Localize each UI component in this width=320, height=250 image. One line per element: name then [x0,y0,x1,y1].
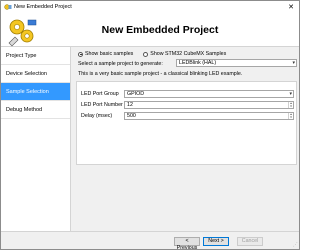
sample-description: This is a very basic sample project - a … [78,71,243,77]
basic-samples-radio[interactable] [78,51,83,57]
basic-samples-label[interactable]: Show basic samples [85,51,133,57]
next-button[interactable]: Next > [203,237,229,246]
sample-source-radios: Show basic samples Show STM32 CubeMX Sam… [78,51,226,57]
wizard-header: New Embedded Project [1,13,299,47]
wizard-footer: < Previous Next > Cancel ⋰ [1,231,299,250]
wizard-icon [4,4,12,10]
cubemx-samples-label[interactable]: Show STM32 CubeMX Samples [150,51,226,57]
led-port-group-label: LED Port Group [81,91,119,97]
resize-grip-icon[interactable]: ⋰ [293,243,298,248]
led-port-group-value: GPIOD [127,91,145,97]
wizard-steps-sidebar: Project Type Device Selection Sample Sel… [1,47,71,231]
led-port-number-stepper[interactable]: 12 ▲ ▼ [124,101,294,109]
chevron-down-icon: ▾ [292,60,295,66]
step-device-selection[interactable]: Device Selection [1,65,70,83]
spinner-arrows-icon[interactable]: ▲ ▼ [288,113,293,119]
sample-project-dropdown[interactable]: LEDBlink (HAL) ▾ [176,59,297,67]
step-sample-selection[interactable]: Sample Selection [1,83,70,101]
led-port-number-label: LED Port Number [81,102,123,108]
delay-stepper[interactable]: 500 ▲ ▼ [124,112,294,120]
sample-project-value: LEDBlink (HAL) [179,60,217,66]
spinner-arrows-icon[interactable]: ▲ ▼ [288,102,293,108]
led-port-group-dropdown[interactable]: GPIOD ▾ [124,90,294,98]
close-icon[interactable]: ✕ [283,1,299,13]
chevron-down-icon: ▾ [289,91,292,97]
page-heading: New Embedded Project [101,24,219,36]
delay-label: Delay (msec) [81,113,113,119]
sample-parameters-group: LED Port Group GPIOD ▾ LED Port Number 1… [76,81,297,165]
cancel-button[interactable]: Cancel [237,237,263,246]
step-project-type[interactable]: Project Type [1,47,70,65]
title-bar: New Embedded Project ✕ [1,1,299,13]
previous-button[interactable]: < Previous [174,237,200,250]
cubemx-samples-radio[interactable] [143,51,149,57]
window-title: New Embedded Project [14,4,72,10]
new-project-window: New Embedded Project ✕ New Embedded Proj… [0,0,300,250]
led-port-number-value: 12 [127,102,133,108]
sample-select-label: Select a sample project to generate: [78,61,163,67]
sample-selection-panel: Show basic samples Show STM32 CubeMX Sam… [72,47,299,231]
step-debug-method[interactable]: Debug Method [1,101,70,119]
delay-value: 500 [127,113,136,119]
